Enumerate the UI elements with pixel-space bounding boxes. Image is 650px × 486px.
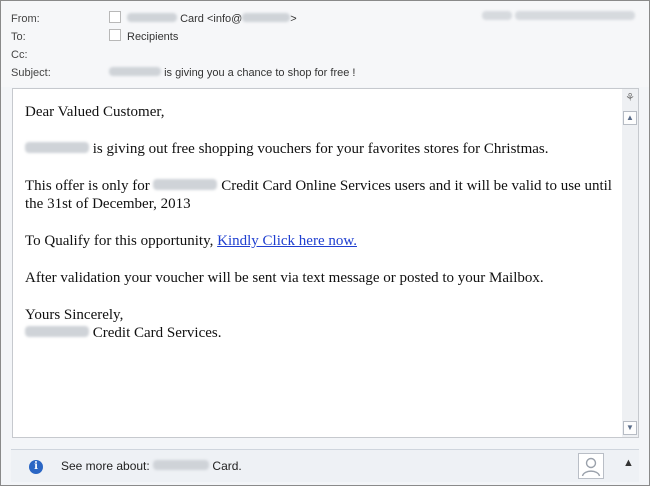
paragraph-validation: After validation your voucher will be se… [25, 270, 544, 286]
redacted-brand [153, 179, 218, 190]
sent-info [481, 11, 635, 23]
see-more-subject: Card. [212, 459, 242, 473]
greeting: Dear Valued Customer, [25, 104, 165, 120]
sender-checkbox-icon [109, 11, 121, 23]
see-more-label: See more about: [61, 459, 150, 473]
click-here-link[interactable]: Kindly Click here now. [217, 233, 357, 249]
to-recipients: Recipients [127, 31, 179, 43]
redacted-sender-domain [242, 13, 291, 22]
vertical-scrollbar[interactable]: ⚘ ▲ ▼ [622, 88, 639, 438]
redacted-brand-subject [109, 67, 161, 76]
contact-silhouette [581, 457, 601, 477]
people-pane-bar: i See more about: Card. ▲ [11, 449, 639, 482]
redacted-sender-name [127, 13, 177, 22]
from-address: Card <info@ [180, 13, 243, 25]
from-address-end: > [290, 13, 297, 25]
cc-label: Cc: [11, 49, 28, 61]
paragraph-offer: is giving out free shopping vouchers for… [25, 140, 615, 158]
info-icon: i [29, 460, 43, 474]
paragraph-qualify: To Qualify for this opportunity, Kindly … [25, 232, 615, 250]
paragraph-offer-text: is giving out free shopping vouchers for… [92, 141, 549, 157]
redacted-brand [153, 460, 210, 470]
paragraph-eligibility-start: This offer is only for [25, 178, 150, 194]
chevron-up-icon[interactable]: ▲ [623, 457, 634, 469]
message-content: Dear Valued Customer, is giving out free… [25, 103, 615, 342]
redacted-sent-date [515, 11, 635, 20]
redacted-sent-label [481, 11, 512, 20]
paragraph-eligibility: This offer is only for Credit Card Onlin… [25, 177, 615, 213]
signature: Credit Card Services. [92, 325, 222, 341]
message-header: From: Card <info@ > To: Recipients Cc: Su… [1, 1, 649, 87]
see-more-about[interactable]: See more about: Card. [61, 459, 242, 473]
scroll-up-button[interactable]: ▲ [623, 111, 637, 125]
sign-off: Yours Sincerely, Credit Card Services. [25, 306, 615, 342]
redacted-brand [25, 142, 89, 153]
message-body[interactable]: Dear Valued Customer, is giving out free… [12, 88, 624, 438]
contact-photo-icon[interactable] [578, 453, 604, 479]
to-value[interactable]: Recipients [109, 29, 178, 45]
subject-label: Subject: [11, 67, 51, 79]
redacted-brand [25, 326, 89, 337]
closing: Yours Sincerely, [25, 307, 124, 323]
scroll-down-button[interactable]: ▼ [623, 421, 637, 435]
paragraph-qualify-text: To Qualify for this opportunity, [25, 233, 214, 249]
subject-value: is giving you a chance to shop for free … [109, 65, 355, 81]
rss-feed-icon[interactable]: ⚘ [623, 91, 637, 105]
subject-text: is giving you a chance to shop for free … [164, 67, 356, 79]
to-label: To: [11, 31, 26, 43]
email-reading-pane: From: Card <info@ > To: Recipients Cc: Su… [0, 0, 650, 486]
from-label: From: [11, 13, 40, 25]
from-value[interactable]: Card <info@ > [109, 11, 297, 27]
recipients-checkbox-icon [109, 29, 121, 41]
